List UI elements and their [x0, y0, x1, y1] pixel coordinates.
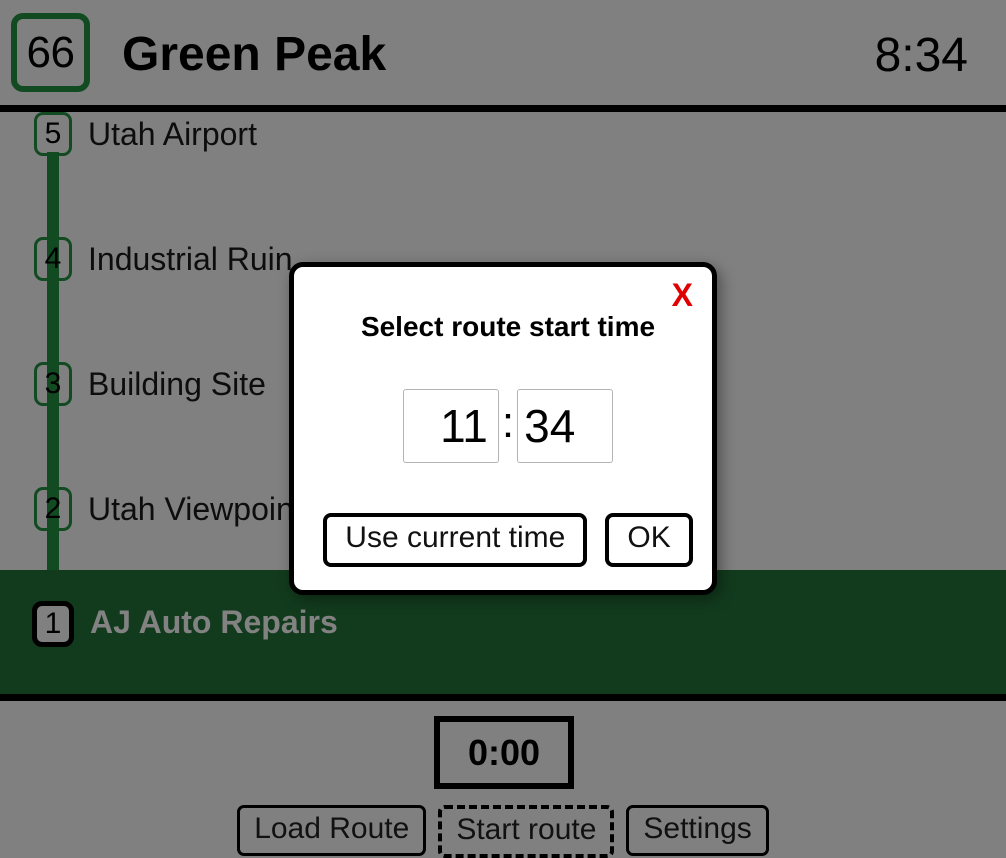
ok-button[interactable]: OK	[605, 513, 693, 567]
route-timer-display: 0:00	[434, 716, 574, 789]
route-title: Green Peak	[122, 28, 387, 81]
footer-button-group: Load Route Start route Settings	[0, 805, 1006, 858]
close-icon[interactable]: X	[672, 279, 693, 311]
time-field-group: :	[294, 389, 722, 463]
stop-number-badge: 3	[34, 362, 72, 406]
hours-input[interactable]	[402, 389, 499, 463]
stop-number-label: 1	[44, 607, 62, 640]
header-bar: 66 Green Peak 8:34	[0, 0, 1006, 105]
route-number-badge: 66	[11, 13, 90, 92]
app-root: 66 Green Peak 8:34 5 Utah Airport 4 Indu…	[0, 0, 1006, 858]
settings-button[interactable]: Settings	[626, 805, 769, 856]
stop-name-label: Utah Airport	[88, 116, 257, 152]
footer-bar: 0:00 Load Route Start route Settings	[0, 701, 1006, 858]
stop-name-label: Utah Viewpoint	[88, 491, 303, 527]
stop-name-label: Building Site	[88, 366, 266, 402]
time-separator: :	[501, 398, 515, 447]
header-clock: 8:34	[874, 29, 968, 82]
stop-number-badge: 2	[34, 487, 72, 531]
footer-divider	[0, 694, 1006, 701]
route-number-label: 66	[26, 27, 75, 77]
header-divider	[0, 105, 1006, 112]
stop-number-label: 3	[44, 367, 62, 400]
start-time-dialog: X Select route start time : Use current …	[289, 262, 717, 595]
stop-number-label: 4	[44, 242, 62, 275]
route-timer-value: 0:00	[467, 731, 541, 773]
start-route-button[interactable]: Start route	[438, 805, 615, 858]
stop-row[interactable]: 5 Utah Airport	[0, 112, 1006, 237]
stop-number-badge: 5	[34, 112, 72, 156]
stop-name-label: AJ Auto Repairs	[90, 604, 338, 640]
load-route-button[interactable]: Load Route	[237, 805, 427, 856]
dialog-button-group: Use current time OK	[294, 513, 722, 567]
minutes-input[interactable]	[517, 389, 614, 463]
use-current-time-button[interactable]: Use current time	[323, 513, 588, 567]
dialog-title: Select route start time	[360, 311, 656, 342]
stop-number-label: 2	[44, 492, 62, 525]
stop-number-badge: 1	[32, 601, 74, 647]
stop-name-label: Industrial Ruin	[88, 241, 293, 277]
stop-number-badge: 4	[34, 237, 72, 281]
stop-number-label: 5	[44, 117, 62, 150]
